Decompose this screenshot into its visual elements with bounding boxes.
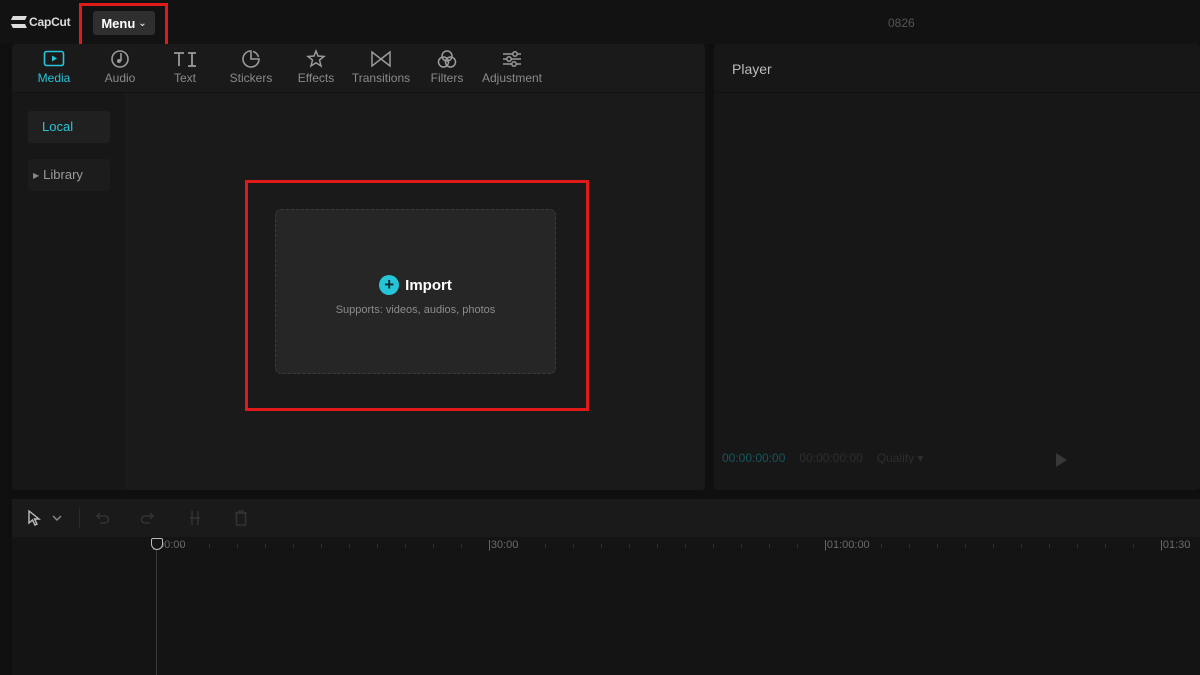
ruler-minor-tick: [769, 544, 770, 548]
undo-icon[interactable]: [92, 509, 112, 527]
redo-icon[interactable]: [138, 509, 158, 527]
filters-icon: [414, 48, 480, 70]
select-cursor-icon[interactable]: [24, 509, 44, 527]
menu-label: Menu: [101, 15, 136, 31]
tab-media[interactable]: Media: [21, 48, 87, 92]
ruler-minor-tick: [909, 544, 910, 548]
sidebar-item-library[interactable]: ▶ Library: [28, 159, 110, 191]
ruler-label-90: |01:30: [1160, 539, 1191, 551]
stickers-icon: [218, 48, 284, 70]
tab-text[interactable]: Text: [152, 48, 218, 92]
timeline-toolbar: [12, 499, 1200, 537]
quality-label: Quality: [876, 451, 915, 465]
ruler-minor-tick: [321, 544, 322, 548]
media-icon: [21, 48, 87, 70]
menu-button[interactable]: Menu ⌄: [93, 11, 155, 35]
ruler-minor-tick: [237, 544, 238, 548]
project-name: 0826: [888, 16, 915, 30]
timeline-ruler[interactable]: 00:00 |30:00 |01:00:00 |01:30: [12, 537, 1200, 555]
toolbar-divider: [79, 508, 80, 528]
tab-adjustment-label: Adjustment: [481, 71, 543, 85]
split-icon[interactable]: [185, 509, 205, 527]
ruler-minor-tick: [797, 544, 798, 548]
effects-icon: [283, 48, 349, 70]
adjustment-icon: [479, 48, 545, 70]
ruler-minor-tick: [1105, 544, 1106, 548]
ruler-minor-tick: [461, 544, 462, 548]
tab-adjustment[interactable]: Adjustment: [479, 48, 545, 92]
playhead-handle[interactable]: [151, 538, 163, 550]
tab-audio-label: Audio: [104, 71, 136, 85]
tab-text-label: Text: [173, 71, 196, 85]
import-supported-formats: Supports: videos, audios, photos: [335, 304, 496, 316]
tab-effects-label: Effects: [297, 71, 335, 85]
ruler-minor-tick: [993, 544, 994, 548]
ruler-minor-tick: [1133, 544, 1134, 548]
ruler-minor-tick: [1021, 544, 1022, 548]
current-timecode: 00:00:00:00: [722, 451, 786, 465]
player-title: Player: [714, 44, 1200, 93]
ruler-minor-tick: [601, 544, 602, 548]
chevron-down-icon: ⌄: [138, 17, 147, 29]
sidebar-item-local[interactable]: Local: [28, 111, 110, 143]
ruler-minor-tick: [965, 544, 966, 548]
ruler-minor-tick: [629, 544, 630, 548]
total-timecode: 00:00:00:00: [799, 451, 863, 465]
ruler-minor-tick: [349, 544, 350, 548]
ruler-minor-tick: [713, 544, 714, 548]
ruler-minor-tick: [657, 544, 658, 548]
audio-icon: [87, 48, 153, 70]
playhead-line: [156, 550, 157, 675]
asset-toolbar: Media Audio Text Stickers Effects Transi…: [12, 44, 705, 93]
play-icon[interactable]: [1056, 453, 1067, 467]
tab-transitions[interactable]: Transitions: [348, 48, 414, 92]
media-sidebar: Local ▶ Library: [12, 93, 125, 490]
app-logo: CapCut: [12, 14, 71, 30]
ruler-minor-tick: [573, 544, 574, 548]
tab-stickers[interactable]: Stickers: [218, 48, 284, 92]
caret-right-icon: ▶: [33, 171, 40, 180]
ruler-minor-tick: [685, 544, 686, 548]
import-drop-zone[interactable]: + Import Supports: videos, audios, photo…: [275, 209, 556, 374]
tab-stickers-label: Stickers: [229, 71, 273, 85]
ruler-minor-tick: [433, 544, 434, 548]
top-bar: CapCut Menu ⌄ 0826: [0, 0, 1200, 47]
ruler-minor-tick: [265, 544, 266, 548]
tab-effects[interactable]: Effects: [283, 48, 349, 92]
ruler-minor-tick: [937, 544, 938, 548]
ruler-minor-tick: [377, 544, 378, 548]
ruler-minor-tick: [1077, 544, 1078, 548]
tab-filters[interactable]: Filters: [414, 48, 480, 92]
import-label: Import: [405, 276, 452, 294]
chevron-down-icon[interactable]: [50, 509, 64, 527]
player-panel: Player 00:00:00:00 00:00:00:00 Quality ▾: [714, 44, 1200, 490]
ruler-minor-tick: [881, 544, 882, 548]
quality-dropdown[interactable]: Quality ▾: [877, 451, 924, 465]
sidebar-item-library-label: Library: [43, 167, 83, 182]
tab-transitions-label: Transitions: [351, 71, 411, 85]
plus-icon: +: [379, 275, 400, 295]
ruler-minor-tick: [741, 544, 742, 548]
delete-icon[interactable]: [231, 509, 251, 527]
ruler-minor-tick: [545, 544, 546, 548]
ruler-label-30: |30:00: [488, 539, 519, 551]
import-button[interactable]: + Import: [276, 275, 555, 295]
ruler-minor-tick: [209, 544, 210, 548]
tab-filters-label: Filters: [430, 71, 464, 85]
tab-media-label: Media: [37, 71, 71, 85]
tab-audio[interactable]: Audio: [87, 48, 153, 92]
app-name: CapCut: [29, 15, 71, 29]
text-icon: [152, 48, 218, 70]
player-controls: 00:00:00:00 00:00:00:00 Quality ▾: [722, 451, 924, 465]
ruler-minor-tick: [1049, 544, 1050, 548]
timeline-panel: 00:00 |30:00 |01:00:00 |01:30: [12, 499, 1200, 675]
capcut-logo-icon: [12, 16, 26, 28]
ruler-minor-tick: [293, 544, 294, 548]
transitions-icon: [348, 48, 414, 70]
ruler-label-60: |01:00:00: [824, 539, 870, 551]
ruler-minor-tick: [405, 544, 406, 548]
capcut-window: CapCut Menu ⌄ 0826 Media Audio Text Stic…: [0, 0, 1200, 675]
